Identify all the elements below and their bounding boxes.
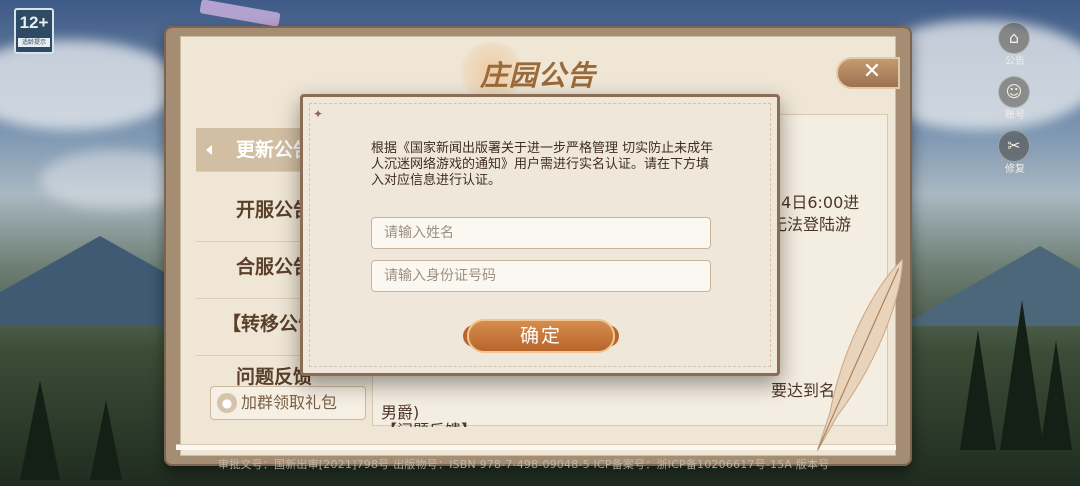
footer-license-text: 审批文号：国新出审[2021]798号 出版物号：ISBN 978-7-498-… [218, 458, 830, 471]
join-group-gift-button[interactable]: ● 加群领取礼包 [210, 386, 366, 420]
tree [1000, 300, 1044, 450]
user-icon[interactable]: ☺ [998, 76, 1030, 108]
real-name-verification-dialog: ✦ 根据《国家新闻出版署关于进一步严格管理 切实防止未成年人沉迷网络游戏的通知》… [300, 94, 780, 376]
group-chat-icon: ● [217, 393, 237, 413]
content-line: 无法登陆游 [771, 215, 852, 234]
age-rating-badge: 12+ 适龄提示 [14, 8, 54, 54]
tree [1040, 340, 1072, 450]
name-input[interactable] [371, 217, 711, 249]
tree [90, 400, 122, 480]
confirm-button[interactable]: 确定 [467, 319, 615, 353]
age-rating-number: 12+ [19, 13, 49, 32]
close-button[interactable]: ✕ [836, 57, 900, 89]
id-number-input[interactable] [371, 260, 711, 292]
mountain [900, 246, 1080, 326]
side-menu-label-account: 账号 [1005, 110, 1025, 121]
tools-icon[interactable]: ✂ [998, 130, 1030, 162]
side-menu-label-repair: 修复 [1005, 164, 1025, 175]
board-bottom-strip [176, 444, 896, 450]
tree [20, 380, 60, 480]
close-icon: ✕ [862, 59, 882, 84]
side-menu-label-announcement: 公告 [1005, 56, 1025, 67]
board-title: 庄园公告 [480, 59, 597, 92]
tree [960, 330, 996, 450]
house-icon[interactable]: ⌂ [998, 22, 1030, 54]
content-line: 【问题反馈】 [381, 417, 477, 427]
content-line: 24日6:00进 [771, 193, 860, 212]
sparkle-icon: ✦ [313, 107, 324, 121]
gift-button-label: 加群领取礼包 [241, 393, 338, 412]
verification-message: 根据《国家新闻出版署关于进一步严格管理 切实防止未成年人沉迷网络游戏的通知》用户… [371, 141, 714, 188]
age-rating-subtitle: 适龄提示 [18, 38, 50, 47]
